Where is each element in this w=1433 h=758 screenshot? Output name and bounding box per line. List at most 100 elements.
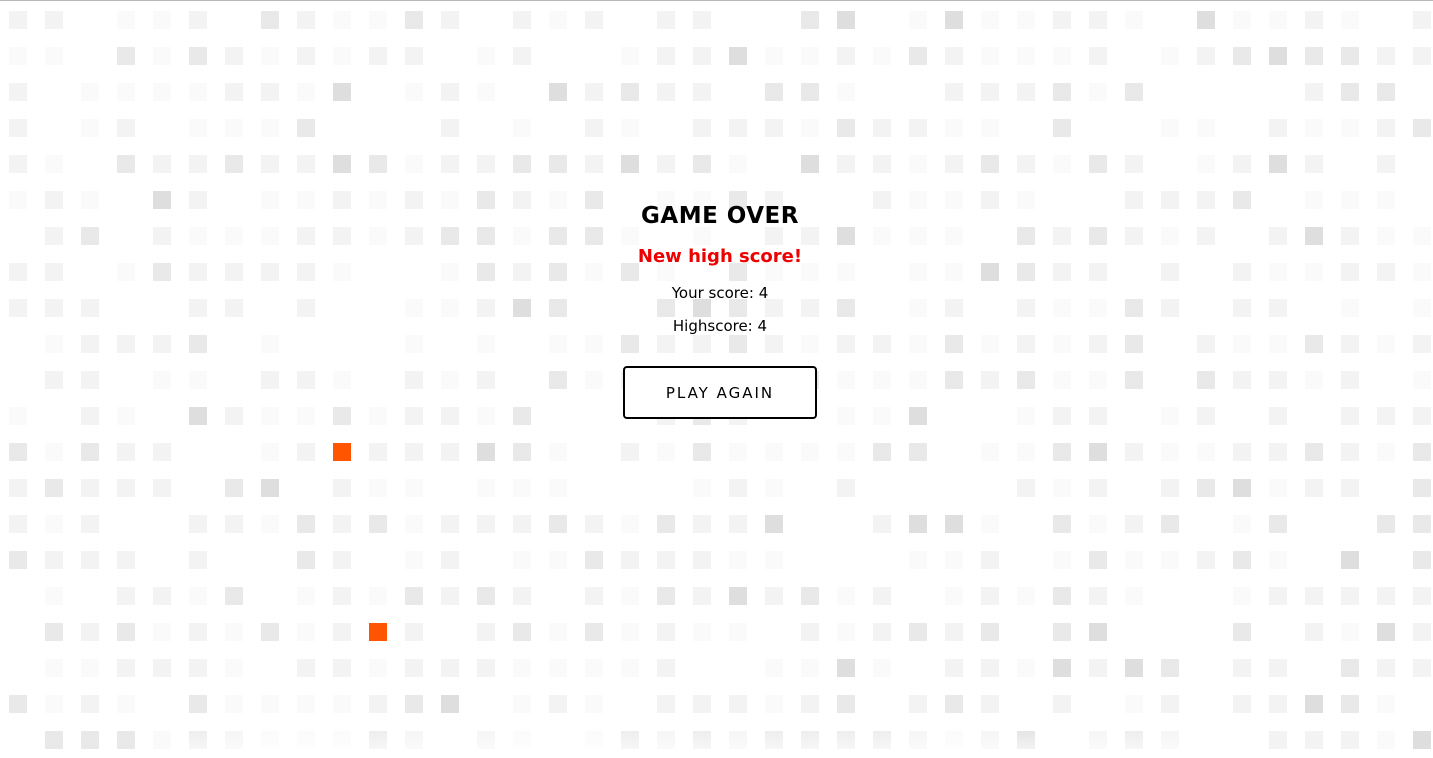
grid-cell [1053,299,1071,317]
grid-cell [297,515,315,533]
grid-cell [333,695,351,713]
grid-cell [333,659,351,677]
grid-cell [981,695,999,713]
grid-cell [1161,227,1179,245]
grid-cell [477,335,495,353]
grid-cell [873,731,891,749]
grid-cell [189,83,207,101]
grid-cell [909,11,927,29]
grid-cell [1413,263,1431,281]
grid-cell [117,83,135,101]
grid-cell [117,479,135,497]
grid-cell [153,11,171,29]
grid-cell [405,515,423,533]
grid-cell [261,371,279,389]
grid-cell [1269,155,1287,173]
grid-cell [9,551,27,569]
grid-cell [1341,227,1359,245]
grid-cell [801,83,819,101]
grid-cell [261,623,279,641]
grid-cell [837,659,855,677]
grid-cell [1413,371,1431,389]
play-again-button[interactable]: PLAY AGAIN [623,366,817,419]
grid-cell [1125,695,1143,713]
grid-cell [1305,119,1323,137]
grid-cell [1413,515,1431,533]
grid-cell [693,47,711,65]
grid-cell [81,83,99,101]
grid-cell [1413,587,1431,605]
grid-cell [1413,119,1431,137]
grid-cell [9,11,27,29]
grid-cell [1161,191,1179,209]
grid-cell [945,191,963,209]
grid-cell [1161,695,1179,713]
grid-cell [1305,371,1323,389]
grid-cell [45,551,63,569]
grid-cell [765,731,783,749]
grid-cell [621,587,639,605]
grid-cell [1017,335,1035,353]
grid-cell [1377,263,1395,281]
grid-cell [945,515,963,533]
grid-cell [1161,551,1179,569]
grid-cell [333,191,351,209]
grid-cell [81,659,99,677]
grid-cell [981,155,999,173]
grid-cell [945,371,963,389]
grid-cell [1269,119,1287,137]
grid-cell [1305,11,1323,29]
grid-cell [261,83,279,101]
grid-cell [1053,263,1071,281]
grid-cell [405,407,423,425]
grid-cell [801,47,819,65]
grid-cell [1341,623,1359,641]
grid-cell [981,119,999,137]
grid-cell [765,551,783,569]
grid-cell [1305,191,1323,209]
grid-cell [117,551,135,569]
grid-cell [1125,587,1143,605]
grid-cell [225,155,243,173]
grid-cell [333,515,351,533]
grid-cell [765,479,783,497]
grid-cell [837,155,855,173]
grid-cell [1305,443,1323,461]
grid-cell [1089,83,1107,101]
grid-cell [621,83,639,101]
grid-cell [765,587,783,605]
grid-cell [657,47,675,65]
grid-cell [189,299,207,317]
grid-cell [1233,155,1251,173]
grid-cell [1089,371,1107,389]
grid-cell [45,587,63,605]
grid-cell [873,587,891,605]
grid-cell [513,659,531,677]
grid-cell [1053,659,1071,677]
grid-cell [1341,551,1359,569]
grid-cell [297,119,315,137]
grid-cell [693,515,711,533]
grid-cell [1161,263,1179,281]
grid-cell [189,695,207,713]
grid-cell [1053,155,1071,173]
grid-cell [1053,587,1071,605]
grid-cell [1377,587,1395,605]
grid-cell [1161,443,1179,461]
grid-cell [801,731,819,749]
grid-cell [189,263,207,281]
grid-cell [513,623,531,641]
grid-cell [585,551,603,569]
grid-cell [297,299,315,317]
grid-cell [9,443,27,461]
grid-cell [225,623,243,641]
grid-cell [657,443,675,461]
grid-cell [153,731,171,749]
grid-cell [585,119,603,137]
grid-cell [657,551,675,569]
grid-cell [1053,551,1071,569]
grid-cell [1377,155,1395,173]
grid-cell [729,731,747,749]
grid-cell [909,515,927,533]
grid-cell [9,515,27,533]
